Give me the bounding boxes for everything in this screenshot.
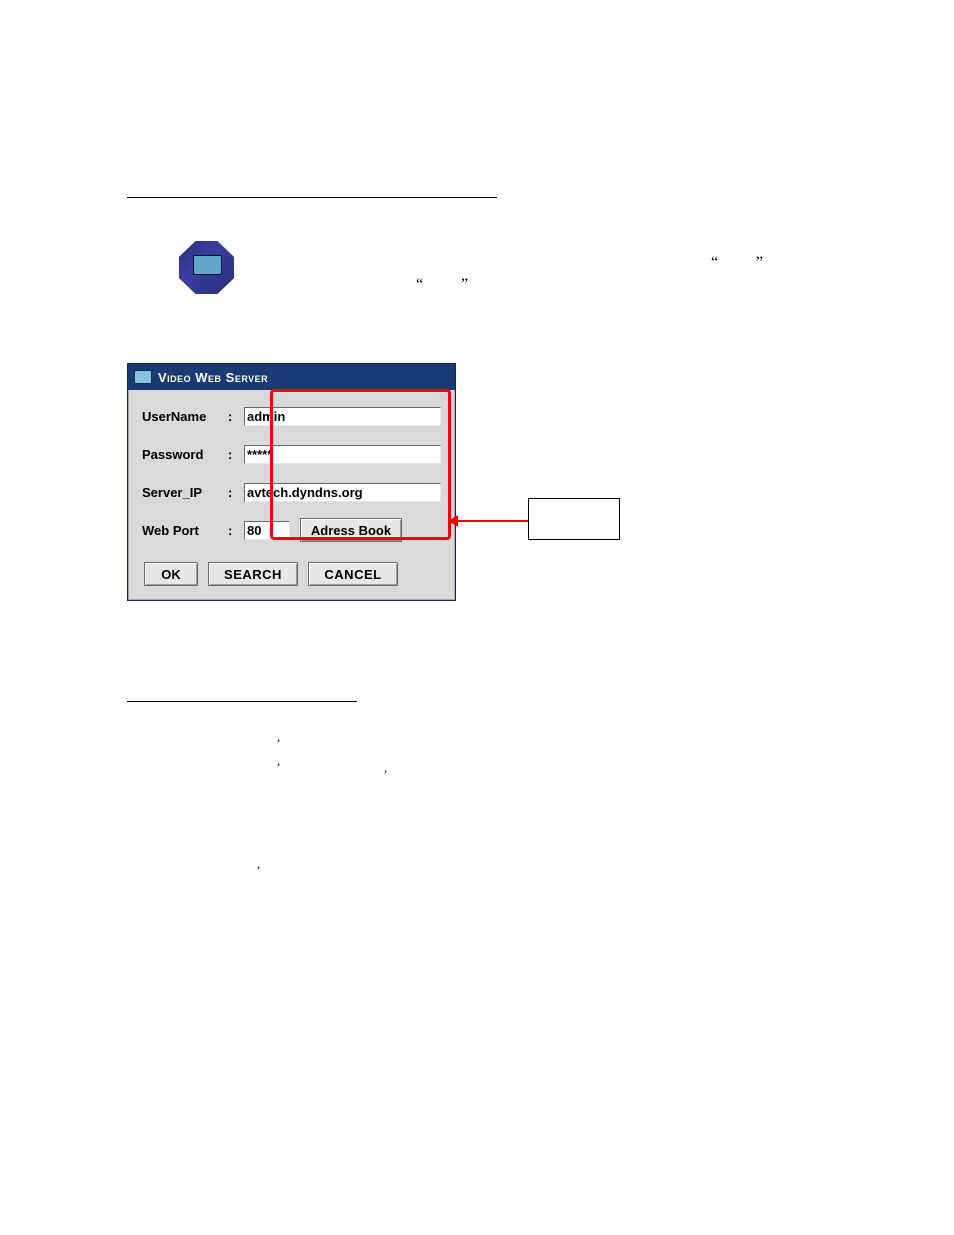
quote-open-1: “ [711, 254, 718, 272]
username-input[interactable] [244, 407, 441, 426]
serverip-input[interactable] [244, 483, 441, 502]
apostrophe-4: , [257, 856, 260, 872]
password-input[interactable] [244, 445, 441, 464]
address-book-button[interactable]: Adress Book [300, 518, 402, 542]
apostrophe-2: , [277, 753, 280, 769]
password-label: Password [142, 447, 228, 462]
webport-label: Web Port [142, 523, 228, 538]
quote-close-2: ” [461, 276, 468, 294]
serverip-label: Server_IP [142, 485, 228, 500]
webport-input[interactable] [244, 521, 290, 540]
section-rule-top [127, 197, 497, 198]
dialog-titlebar: Video Web Server [128, 364, 455, 390]
colon: : [228, 485, 244, 500]
titlebar-icon [134, 370, 152, 384]
octagon-shape [179, 241, 234, 294]
colon: : [228, 409, 244, 424]
hostname-callout [528, 498, 620, 540]
username-label: UserName [142, 409, 228, 424]
dialog-title: Video Web Server [158, 370, 268, 385]
dialog-body: UserName : Password : Server_IP : Web Po… [128, 390, 455, 600]
search-button[interactable]: SEARCH [208, 562, 298, 586]
apostrophe-1: , [277, 729, 280, 745]
ok-button[interactable]: OK [144, 562, 198, 586]
app-icon [179, 241, 234, 294]
video-web-server-dialog: Video Web Server UserName : Password : S… [127, 363, 456, 601]
button-row: OK SEARCH CANCEL [142, 556, 441, 590]
row-username: UserName : [142, 404, 441, 428]
colon: : [228, 447, 244, 462]
apostrophe-3: , [384, 760, 387, 776]
row-webport: Web Port : Adress Book [142, 518, 441, 542]
section-rule-mid [127, 701, 357, 702]
row-serverip: Server_IP : [142, 480, 441, 504]
colon: : [228, 523, 244, 538]
cancel-button[interactable]: CANCEL [308, 562, 398, 586]
quote-close-1: ” [756, 254, 763, 272]
monitor-icon [193, 255, 222, 275]
quote-open-2: “ [416, 276, 423, 294]
row-password: Password : [142, 442, 441, 466]
